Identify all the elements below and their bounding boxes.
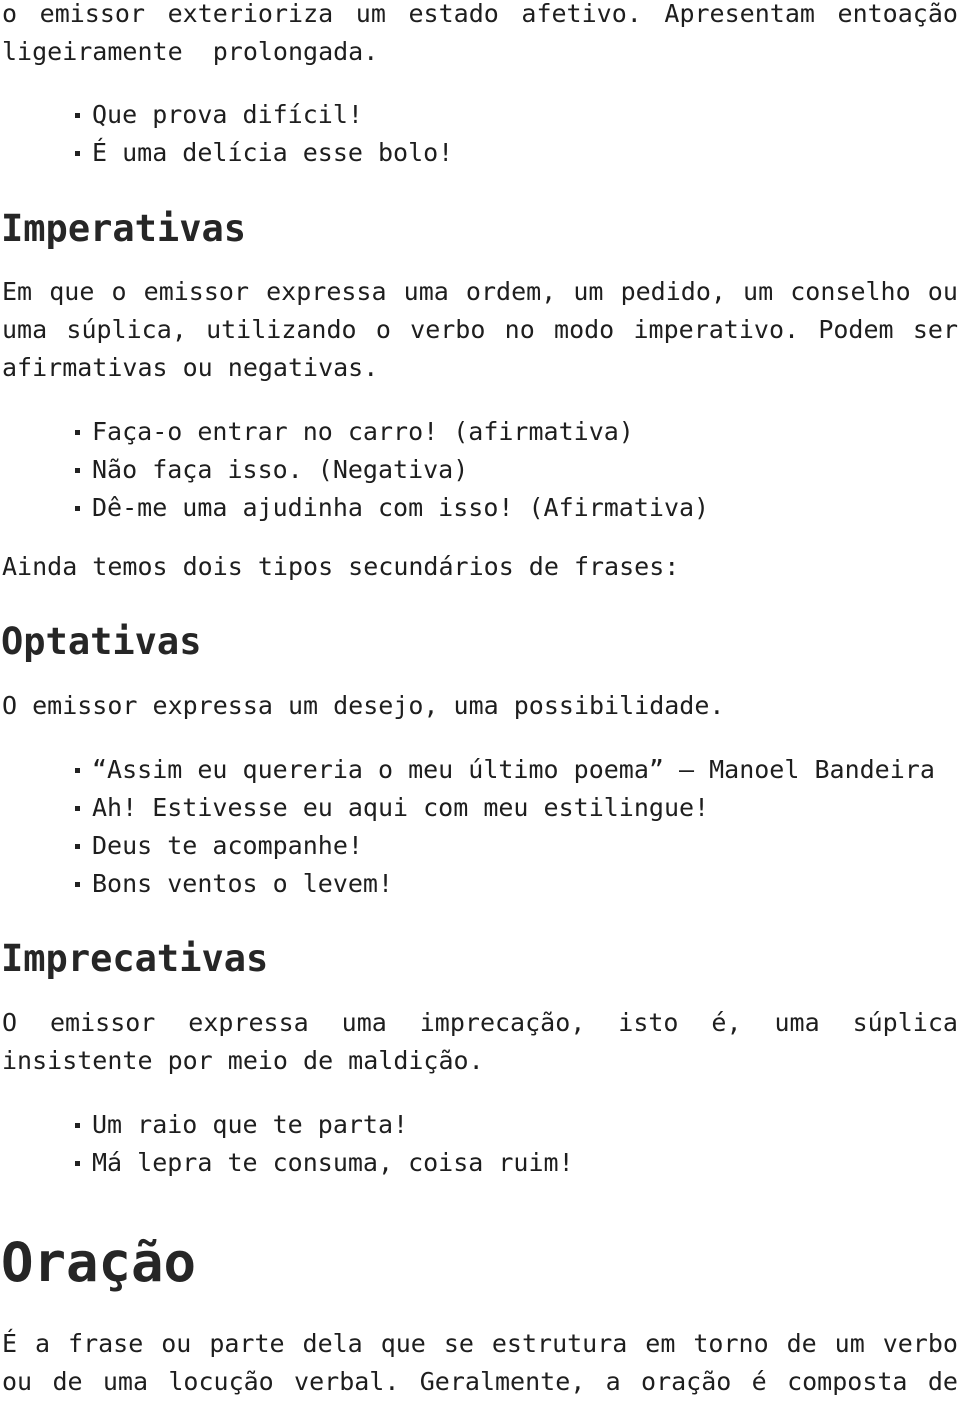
word: Apresentam: [664, 0, 815, 28]
intro-line-2: ligeiramente prolongada.: [2, 37, 379, 66]
word: é,: [711, 1008, 742, 1037]
word: ou: [2, 1367, 33, 1396]
word: oração: [641, 1367, 732, 1396]
secondary-intro: Ainda temos dois tipos secundários de fr…: [2, 552, 680, 581]
word: Geralmente,: [419, 1367, 586, 1396]
intro-line-1: o emissor exterioriza um estado afetivo. Apres…: [2, 0, 958, 33]
oracao-line-1: Éa frase ou parte dela que se estrutura em torno d…: [2, 1325, 958, 1363]
word: de: [927, 1367, 958, 1396]
list-item: Dê-me uma ajudinha com isso! (Afirmativa…: [74, 489, 709, 527]
word: exterioriza: [167, 0, 334, 28]
word: isto: [618, 1008, 679, 1037]
word: Podem: [818, 315, 894, 344]
word: torno: [693, 1329, 769, 1358]
word: frase: [68, 1329, 144, 1358]
word: é: [751, 1367, 767, 1396]
section-heading-optativas: Optativas: [1, 620, 202, 663]
word: afetivo.: [521, 0, 642, 28]
word: a: [605, 1367, 621, 1396]
word: de: [52, 1367, 83, 1396]
list-item: Ah! Estivesse eu aqui com meu estilingue…: [74, 789, 709, 827]
word: ordem,: [465, 277, 557, 306]
word: uma: [774, 1008, 820, 1037]
list-item: É uma delícia esse bolo!: [74, 134, 453, 172]
imprecativas-line-1: Oemissor expressa uma imprecação, isto é, uma s…: [2, 1004, 958, 1042]
section-heading-imperativas: Imperativas: [1, 207, 247, 250]
word: imprecação,: [419, 1008, 586, 1037]
imperativas-line-2: uma súplica, utilizando o verbo no modo imperat…: [2, 311, 958, 349]
word: O: [2, 1008, 18, 1037]
word: dela: [302, 1329, 363, 1358]
word: uma: [2, 315, 48, 344]
word: emissor: [50, 1008, 156, 1037]
word: um: [834, 1329, 865, 1358]
word: o: [2, 0, 18, 28]
imperativas-line-1: Em que o emissor expressa uma ordem, um pedido, u…: [2, 273, 958, 311]
list-item: Deus te acompanhe!: [75, 827, 363, 865]
word: estado: [408, 0, 499, 28]
list-item: Que prova difícil!: [75, 96, 363, 134]
word: Em: [2, 277, 33, 306]
word: que: [49, 277, 95, 306]
word: utilizando: [206, 315, 357, 344]
word: em: [645, 1329, 676, 1358]
word: verbo: [882, 1329, 958, 1358]
word: ser: [912, 315, 958, 344]
word: ou: [161, 1329, 192, 1358]
list-item: “Assim eu quereria o meu último poema” –…: [75, 751, 935, 789]
list-item: Faça-o entrar no carro! (afirmativa): [75, 413, 634, 451]
section-heading-oracao: Oração: [1, 1231, 197, 1294]
word: modo: [554, 315, 615, 344]
word: emissor: [39, 0, 146, 28]
word: verbal.: [294, 1367, 400, 1396]
word: expressa: [266, 277, 387, 306]
list-item: Má lepra te consuma, coisa ruim!: [75, 1144, 574, 1182]
list-item: Bons ventos o levem!: [74, 865, 393, 903]
word: emissor: [143, 277, 250, 306]
word: que: [380, 1329, 426, 1358]
word: conselho: [790, 277, 911, 306]
word: composta: [787, 1367, 908, 1396]
word: parte: [209, 1329, 285, 1358]
word: um: [573, 277, 604, 306]
word: É: [2, 1329, 18, 1358]
oracao-line-2: ou de uma locução verbal. Geralmente, a oração é…: [2, 1363, 958, 1401]
word: súplica: [852, 1008, 958, 1037]
word: o: [375, 315, 391, 344]
list-item: Um raio que te parta!: [74, 1106, 408, 1144]
word: uma: [403, 277, 449, 306]
word: a: [35, 1329, 51, 1358]
word: expressa: [188, 1008, 309, 1037]
word: de: [786, 1329, 817, 1358]
word: uma: [102, 1367, 149, 1396]
word: locução: [168, 1367, 274, 1396]
list-item: Não faça isso. (Negativa): [74, 451, 468, 489]
word: imperativo.: [633, 315, 800, 344]
word: um: [743, 277, 774, 306]
word: estrutura: [491, 1329, 628, 1358]
word: se: [443, 1329, 474, 1358]
word: súplica,: [66, 315, 187, 344]
word: ou: [927, 277, 958, 306]
word: verbo: [410, 315, 486, 344]
optativas-line-1: O emissor expressa um desejo, uma possib…: [2, 691, 725, 720]
word: um: [355, 0, 386, 28]
section-heading-imprecativas: Imprecativas: [1, 937, 269, 980]
word: no: [504, 315, 535, 344]
imperativas-line-3: afirmativas ou negativas.: [2, 353, 379, 382]
word: uma: [341, 1008, 387, 1037]
imprecativas-line-2: insistente por meio de maldição.: [2, 1046, 484, 1075]
word: pedido,: [620, 277, 726, 306]
word: o: [111, 277, 127, 306]
word: entoação: [837, 0, 958, 28]
